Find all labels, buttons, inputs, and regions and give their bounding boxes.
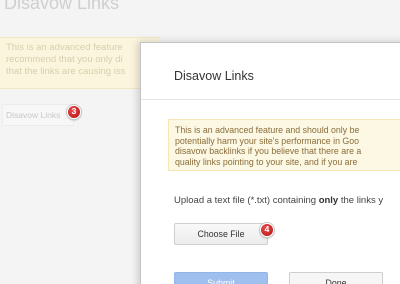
dialog-divider: [141, 99, 400, 100]
background-warning-line: recommend that you only di: [6, 54, 123, 65]
background-page-title: Disavow Links: [4, 0, 120, 13]
submit-button[interactable]: Submit: [174, 272, 268, 284]
choose-file-button[interactable]: Choose File: [174, 223, 268, 245]
background-warning-box: This is an advanced feature recommend th…: [0, 37, 160, 89]
dialog-warning-line: disavow backlinks if you believe that th…: [175, 146, 362, 156]
upload-instructions-suffix: the links y: [338, 195, 384, 206]
disavow-links-dialog: Disavow Links This is an advanced featur…: [140, 42, 400, 284]
step-3-badge: 3: [67, 105, 81, 119]
upload-instructions-emphasis: only: [318, 195, 339, 206]
dialog-title: Disavow Links: [174, 69, 254, 83]
dialog-warning-line: potentially harm your site's performance…: [175, 135, 360, 146]
upload-instructions-prefix: Upload a text file (*.txt) containing: [174, 195, 319, 206]
step-4-badge: 4: [260, 223, 274, 237]
background-disavow-links-button: Disavow Links: [2, 104, 74, 126]
done-button[interactable]: Done: [289, 272, 383, 284]
dialog-warning-box: This is an advanced feature and should o…: [168, 119, 400, 171]
upload-instructions: Upload a text file (*.txt) containing on…: [174, 195, 383, 206]
dialog-warning-line: quality links pointing to your site, and…: [175, 156, 358, 167]
background-warning-line: that the links are causing iss: [6, 66, 126, 77]
dialog-warning-line: This is an advanced feature and should o…: [175, 125, 360, 135]
background-warning-line: This is an advanced feature: [6, 42, 123, 53]
